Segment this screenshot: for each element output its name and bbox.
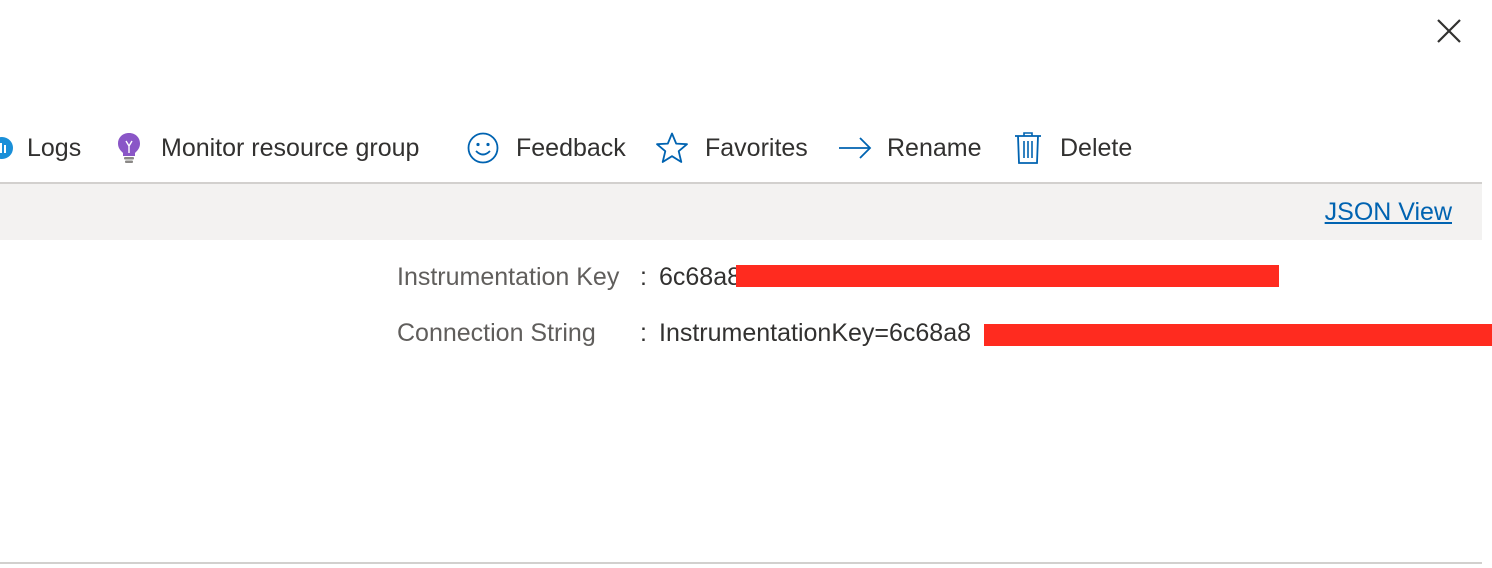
essentials-header: JSON View [0, 184, 1482, 240]
rename-label: Rename [887, 133, 982, 162]
logs-icon [0, 124, 14, 172]
instrumentation-key-row: Instrumentation Key : 6c68a8 [0, 259, 1492, 295]
instrumentation-key-label: Instrumentation Key [397, 262, 620, 291]
delete-button[interactable]: Delete [1014, 124, 1132, 172]
close-button[interactable] [1432, 14, 1466, 48]
arrow-right-icon [838, 135, 872, 161]
command-toolbar: Logs Monitor resource group Feedback Fav… [0, 124, 1482, 172]
connection-string-row: Connection String : InstrumentationKey=6… [0, 315, 1492, 351]
star-icon [655, 131, 689, 165]
redaction-bar [984, 324, 1492, 346]
delete-label: Delete [1060, 133, 1133, 162]
redaction-bar [736, 265, 1279, 287]
connection-string-label: Connection String [397, 318, 596, 347]
bottom-divider [0, 562, 1482, 564]
rename-button[interactable]: Rename [838, 124, 982, 172]
monitor-resource-group-label: Monitor resource group [161, 133, 420, 162]
smiley-icon [467, 132, 499, 164]
feedback-label: Feedback [516, 133, 626, 162]
trash-icon [1014, 131, 1042, 165]
connection-string-separator: : [640, 318, 647, 347]
instrumentation-key-value[interactable]: 6c68a8 [659, 263, 741, 292]
logs-button[interactable]: Logs [0, 124, 81, 172]
monitor-resource-group-button[interactable]: Monitor resource group [116, 124, 419, 172]
json-view-link[interactable]: JSON View [1325, 198, 1452, 227]
favorites-label: Favorites [705, 133, 808, 162]
instrumentation-key-separator: : [640, 262, 647, 291]
connection-string-value[interactable]: InstrumentationKey=6c68a8 [659, 319, 971, 348]
favorites-button[interactable]: Favorites [655, 124, 808, 172]
close-icon [1437, 19, 1461, 43]
lightbulb-icon [116, 131, 142, 165]
feedback-button[interactable]: Feedback [467, 124, 626, 172]
logs-label: Logs [27, 133, 82, 162]
